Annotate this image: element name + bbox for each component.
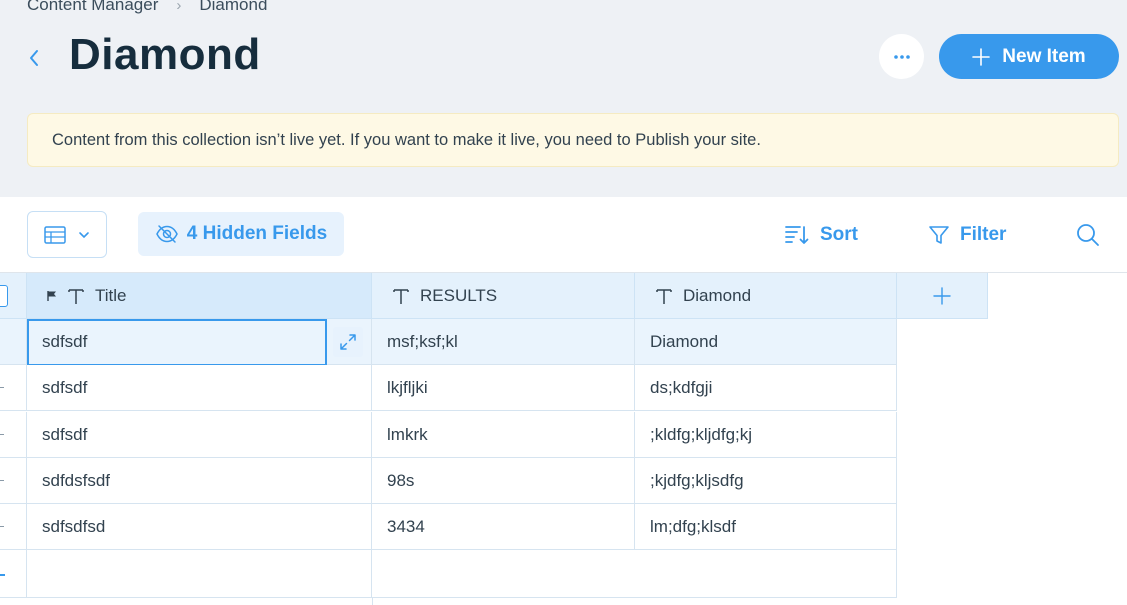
- sort-label: Sort: [820, 224, 858, 245]
- unpublished-notice: Content from this collection isn’t live …: [27, 113, 1119, 167]
- table-view-icon: [44, 225, 66, 244]
- eye-hidden-icon: [155, 225, 178, 243]
- notice-text: Content from this collection isn’t live …: [52, 130, 761, 149]
- row-handle[interactable]: [0, 319, 27, 365]
- table-cell-diamond[interactable]: Diamond: [635, 319, 897, 365]
- table-cell-title[interactable]: sdfsdf: [27, 365, 372, 411]
- hidden-fields-button[interactable]: 4 Hidden Fields: [138, 212, 344, 256]
- filter-label: Filter: [960, 224, 1007, 245]
- select-all-header[interactable]: [0, 273, 27, 319]
- view-switcher-button[interactable]: [27, 211, 107, 258]
- plus-icon: [933, 286, 951, 305]
- breadcrumb-current: Diamond: [199, 0, 268, 14]
- sort-button[interactable]: Sort: [784, 219, 858, 251]
- row-handle[interactable]: [0, 504, 27, 550]
- column-header-title[interactable]: Title: [27, 273, 372, 319]
- add-row-cell[interactable]: [27, 550, 372, 598]
- column-header-results[interactable]: RESULTS: [372, 273, 635, 319]
- plus-icon: [972, 47, 991, 66]
- table-cell-title[interactable]: sdfdsfsdf: [27, 458, 372, 504]
- expand-icon: [340, 334, 356, 350]
- breadcrumb-root[interactable]: Content Manager: [27, 0, 158, 15]
- add-field-button[interactable]: [897, 273, 988, 319]
- table-cell-results[interactable]: 98s: [372, 458, 635, 504]
- table-cell-diamond[interactable]: ;kldfg;kljdfg;kj: [635, 412, 897, 458]
- table-cell-results[interactable]: lkjfljki: [372, 365, 635, 411]
- search-icon: [1077, 224, 1099, 246]
- table-cell-results[interactable]: msf;ksf;kl: [372, 319, 635, 365]
- new-item-label: New Item: [1002, 45, 1086, 67]
- page-title: Diamond: [69, 30, 261, 79]
- column-header-diamond[interactable]: Diamond: [635, 273, 897, 319]
- hidden-fields-label: 4 Hidden Fields: [186, 223, 328, 244]
- more-dots-icon: [893, 54, 910, 59]
- table-cell-diamond[interactable]: ds;kdfgji: [635, 365, 897, 411]
- table-cell-title[interactable]: sdfsdfsd: [27, 504, 372, 550]
- column-divider: [372, 598, 373, 605]
- search-button[interactable]: [1074, 221, 1102, 249]
- table-cell-diamond[interactable]: ;kjdfg;kljsdfg: [635, 458, 897, 504]
- new-item-button[interactable]: New Item: [939, 34, 1119, 79]
- table-cell-results[interactable]: 3434: [372, 504, 635, 550]
- filter-button[interactable]: Filter: [928, 219, 1006, 251]
- table-cell-title[interactable]: sdfsdf: [27, 412, 372, 458]
- table-cell-results[interactable]: lmkrk: [372, 412, 635, 458]
- row-handle[interactable]: [0, 458, 27, 504]
- expand-item-button[interactable]: [333, 327, 363, 357]
- column-header-label: Title: [95, 285, 127, 305]
- primary-flag-icon: [47, 290, 56, 301]
- more-actions-button[interactable]: [879, 34, 924, 79]
- row-handle[interactable]: [0, 412, 27, 458]
- breadcrumb: Content Manager › Diamond: [27, 0, 267, 16]
- text-field-icon: [393, 288, 409, 304]
- breadcrumb-separator-icon: ›: [176, 0, 182, 14]
- select-all-checkbox[interactable]: [0, 285, 8, 307]
- column-header-label: RESULTS: [420, 285, 498, 305]
- table-cell-diamond[interactable]: lm;dfg;klsdf: [635, 504, 897, 550]
- back-button[interactable]: [22, 44, 46, 72]
- selected-cell-outline: [27, 319, 327, 366]
- chevron-left-icon: [30, 50, 38, 66]
- sort-icon: [785, 226, 809, 244]
- text-field-icon: [68, 288, 84, 304]
- add-row-cell[interactable]: [372, 550, 897, 598]
- filter-icon: [929, 226, 949, 244]
- row-handle[interactable]: [0, 365, 27, 411]
- text-field-icon: [656, 288, 672, 304]
- add-row-handle[interactable]: [0, 550, 27, 598]
- chevron-down-icon: [79, 231, 89, 238]
- column-header-label: Diamond: [683, 285, 752, 305]
